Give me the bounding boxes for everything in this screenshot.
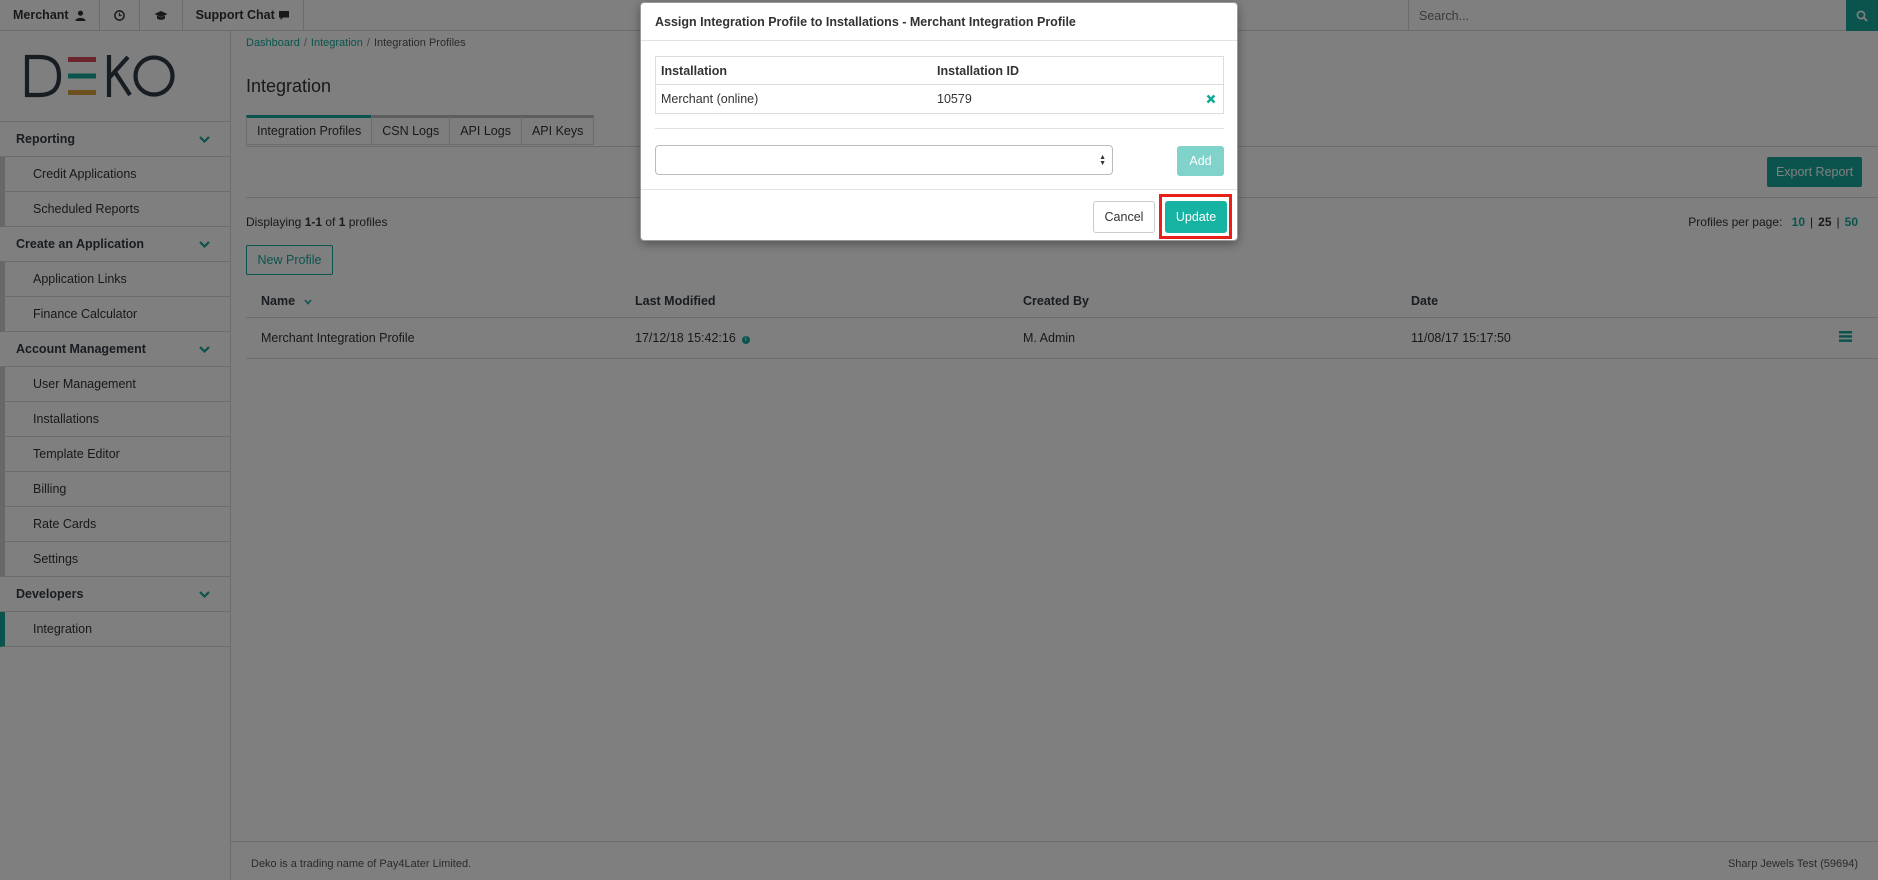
update-button[interactable]: Update [1165,201,1227,233]
modal-title: Assign Integration Profile to Installati… [641,3,1237,41]
installation-row: Merchant (online) 10579 [656,85,1223,113]
column-header-installation: Installation [661,63,727,78]
modal-footer-divider [641,189,1237,190]
installations-table: Installation Installation ID Merchant (o… [655,56,1224,114]
installation-select[interactable]: ▲ ▼ [655,145,1113,175]
cell-installation-id: 10579 [937,92,972,106]
select-arrows-icon: ▲ ▼ [1099,154,1106,167]
modal-divider [655,128,1224,129]
installations-table-header: Installation Installation ID [656,57,1223,85]
add-installation-button[interactable]: Add [1177,146,1224,176]
remove-installation-button[interactable] [1198,94,1223,104]
close-icon [1206,94,1215,104]
cancel-button[interactable]: Cancel [1093,201,1155,233]
assign-profile-modal: Assign Integration Profile to Installati… [640,2,1238,241]
cell-installation: Merchant (online) [661,92,759,106]
column-header-installation-id: Installation ID [937,63,1019,78]
